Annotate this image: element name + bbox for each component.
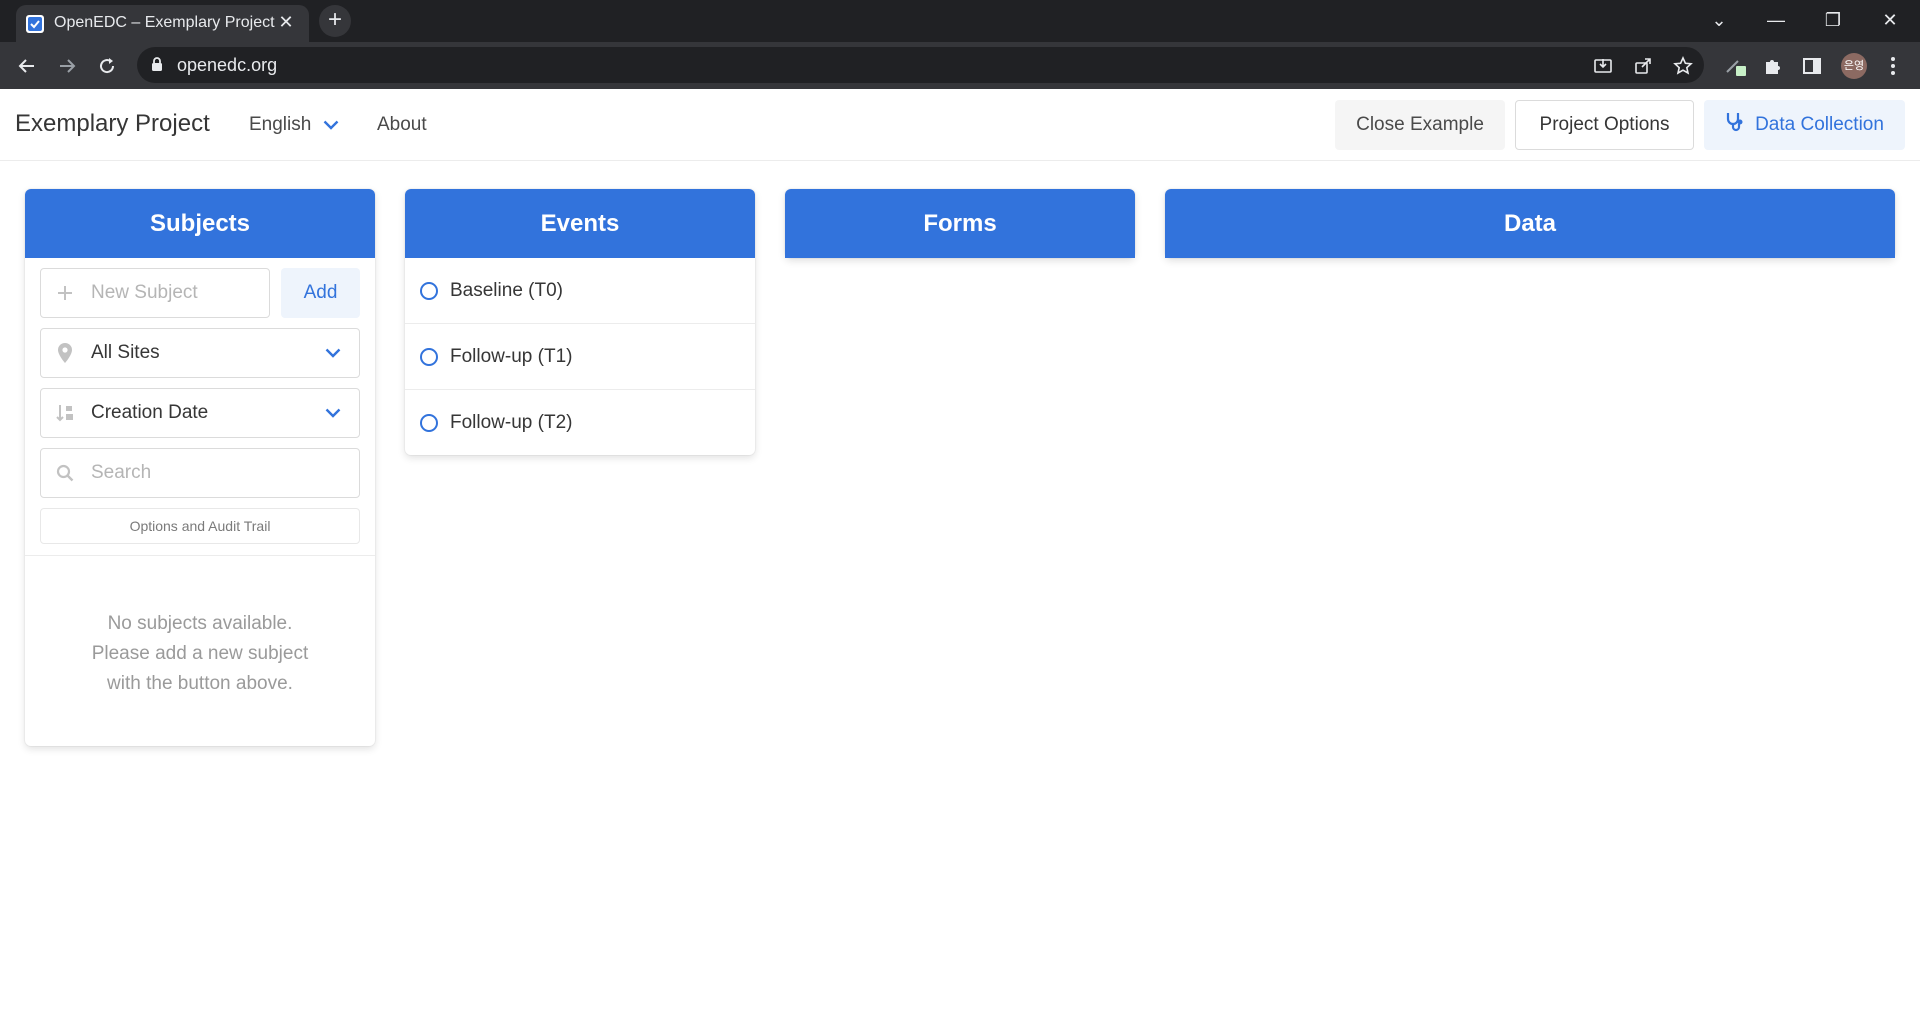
sort-order-value: Creation Date <box>91 402 209 423</box>
divider <box>25 555 375 556</box>
bookmark-star-icon[interactable] <box>1672 55 1694 77</box>
side-panel-icon[interactable] <box>1800 54 1824 78</box>
install-icon[interactable] <box>1592 55 1614 77</box>
close-example-button[interactable]: Close Example <box>1335 100 1505 150</box>
menu-kebab-icon[interactable] <box>1881 54 1905 78</box>
browser-tab[interactable]: OpenEDC – Exemplary Project ✕ <box>16 5 309 42</box>
stethoscope-icon <box>1725 111 1745 139</box>
map-marker-icon <box>55 343 75 363</box>
forward-icon[interactable] <box>51 50 83 82</box>
empty-message-line: Please add a new subject <box>91 643 309 664</box>
forms-header: Forms <box>785 189 1135 258</box>
new-tab-button[interactable]: + <box>319 5 351 37</box>
site-filter-select[interactable]: All Sites <box>40 328 360 378</box>
extension-pen-icon[interactable] <box>1724 54 1748 78</box>
url-text: openedc.org <box>177 55 278 75</box>
empty-message-line: with the button above. <box>107 673 293 694</box>
data-panel: Data <box>1165 189 1895 258</box>
subjects-header: Subjects <box>25 189 375 258</box>
lock-icon <box>151 57 163 77</box>
subject-search-input[interactable]: Search <box>40 448 360 498</box>
close-window-icon[interactable]: ✕ <box>1870 6 1910 34</box>
event-item[interactable]: Follow-up (T2) <box>405 390 755 456</box>
browser-toolbar: openedc.org 은영 <box>0 42 1920 89</box>
minimize-icon[interactable]: — <box>1756 6 1796 34</box>
event-label: Follow-up (T1) <box>450 345 573 367</box>
extensions-puzzle-icon[interactable] <box>1760 54 1784 78</box>
about-link[interactable]: About <box>377 114 427 136</box>
forms-panel: Forms <box>785 189 1135 258</box>
tab-title: OpenEDC – Exemplary Project <box>54 14 275 31</box>
search-placeholder: Search <box>91 462 152 483</box>
plus-icon <box>55 283 75 303</box>
add-subject-button[interactable]: Add <box>281 268 360 318</box>
sort-order-select[interactable]: Creation Date <box>40 388 360 438</box>
site-filter-value: All Sites <box>91 342 160 363</box>
tab-close-icon[interactable]: ✕ <box>275 11 297 33</box>
data-header: Data <box>1165 189 1895 258</box>
events-panel: Events Baseline (T0) Follow-up (T1) Foll… <box>405 189 755 455</box>
event-label: Follow-up (T2) <box>450 412 573 433</box>
data-collection-label: Data Collection <box>1755 114 1884 135</box>
share-icon[interactable] <box>1632 55 1654 77</box>
app-navbar: Exemplary Project English About Close Ex… <box>0 89 1920 161</box>
event-item[interactable]: Baseline (T0) <box>405 258 755 324</box>
event-label: Baseline (T0) <box>450 279 563 301</box>
project-options-button[interactable]: Project Options <box>1515 100 1694 150</box>
checkbox-favicon-icon <box>26 15 44 33</box>
tab-search-icon[interactable]: ⌄ <box>1699 6 1739 34</box>
chevron-down-icon <box>325 405 341 423</box>
radio-circle-icon <box>420 281 438 300</box>
new-subject-input[interactable]: New Subject <box>40 268 270 318</box>
language-selector[interactable]: English <box>249 114 339 136</box>
empty-message-line: No subjects available. <box>107 613 293 634</box>
search-icon <box>55 463 75 483</box>
radio-circle-icon <box>420 347 438 366</box>
restore-icon[interactable]: ❐ <box>1813 6 1853 34</box>
browser-tabstrip: OpenEDC – Exemplary Project ✕ + ⌄ — ❐ ✕ <box>0 0 1920 42</box>
language-label: English <box>249 114 312 135</box>
data-collection-button[interactable]: Data Collection <box>1704 100 1905 150</box>
chevron-down-icon <box>325 345 341 363</box>
new-subject-placeholder: New Subject <box>91 282 198 303</box>
chevron-down-icon <box>323 114 339 136</box>
subjects-panel: Subjects New Subject Add All Sites Creat… <box>25 189 375 746</box>
reload-icon[interactable] <box>91 50 123 82</box>
no-subjects-message: No subjects available. Please add a new … <box>25 609 375 699</box>
sort-icon <box>55 403 75 423</box>
radio-circle-icon <box>420 414 438 432</box>
project-title: Exemplary Project <box>15 110 210 137</box>
back-icon[interactable] <box>11 50 43 82</box>
address-bar[interactable]: openedc.org <box>137 47 1704 83</box>
event-item[interactable]: Follow-up (T1) <box>405 324 755 390</box>
events-header: Events <box>405 189 755 258</box>
options-audit-trail-button[interactable]: Options and Audit Trail <box>40 508 360 544</box>
profile-avatar[interactable]: 은영 <box>1841 53 1867 79</box>
